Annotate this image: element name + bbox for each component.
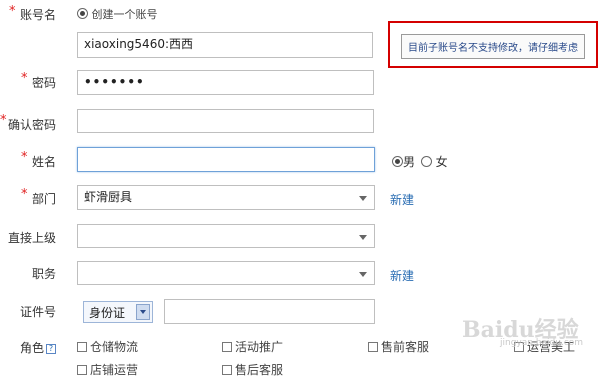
watermark-url: jingyan.baidu.com [500,338,584,348]
id-label: 证件号 [20,305,57,319]
gender-female-radio[interactable] [420,156,432,167]
department-label: 部门 [32,192,57,206]
position-label: 职务 [32,267,57,281]
gender-male-radio[interactable] [392,156,403,167]
checkbox-icon[interactable] [222,365,232,375]
chevron-down-icon [359,196,367,201]
checkbox-icon[interactable] [222,342,232,352]
gender-female-label: 女 [435,155,448,169]
create-account-option[interactable]: 创建一个账号 [77,6,158,22]
role-checkbox[interactable]: 店铺运营 [77,361,138,378]
department-value: 虾滑厨具 [84,190,133,204]
department-select[interactable]: 虾滑厨具 [77,185,375,210]
required-mark: * [0,113,7,128]
confirm-password-input[interactable] [77,109,374,133]
position-select[interactable] [77,261,375,285]
checkbox-icon[interactable] [368,342,378,352]
role-label: 仓储物流 [90,340,139,354]
supervisor-label: 直接上级 [8,231,57,245]
role-label: 售前客服 [381,340,430,354]
department-new-link[interactable]: 新建 [390,191,414,208]
gender-group: 男 女 [392,153,448,170]
role-checkbox[interactable]: 售前客服 [368,338,429,355]
gender-male-label: 男 [403,155,416,169]
checkbox-icon[interactable] [77,365,87,375]
confirm-password-label: 确认密码 [8,118,57,132]
password-label: 密码 [32,76,57,90]
chevron-down-icon [359,272,367,277]
required-mark: * [21,71,28,86]
id-type-value: 身份证 [89,306,126,320]
account-tooltip: 目前子账号名不支持修改，请仔细考虑 [401,34,585,59]
password-input[interactable]: ••••••• [77,70,374,95]
role-checkbox[interactable]: 活动推广 [222,338,283,355]
account-label: 账号名 [20,8,57,22]
required-mark: * [21,187,28,202]
roles-label-group: 角色? [20,339,57,356]
checkbox-icon[interactable] [77,342,87,352]
radio-selected-icon[interactable] [77,8,88,19]
required-mark: * [9,4,16,19]
supervisor-select[interactable] [77,224,375,248]
required-mark: * [21,150,28,165]
account-name-input[interactable]: xiaoxing5460:西西 [77,32,373,58]
name-input[interactable] [77,147,375,172]
role-checkbox[interactable]: 仓储物流 [77,338,138,355]
name-label: 姓名 [32,155,57,169]
role-label: 活动推广 [235,340,284,354]
dropdown-arrow-icon [136,304,150,320]
create-account-option-label: 创建一个账号 [91,8,158,21]
role-label: 售后客服 [235,363,284,377]
id-number-input[interactable] [164,299,375,324]
role-checkbox[interactable]: 售后客服 [222,361,283,378]
position-new-link[interactable]: 新建 [390,267,414,284]
roles-label: 角色 [20,341,45,355]
help-icon[interactable]: ? [46,344,57,354]
chevron-down-icon [359,235,367,240]
id-type-select[interactable]: 身份证 [83,301,153,323]
role-label: 店铺运营 [90,363,139,377]
